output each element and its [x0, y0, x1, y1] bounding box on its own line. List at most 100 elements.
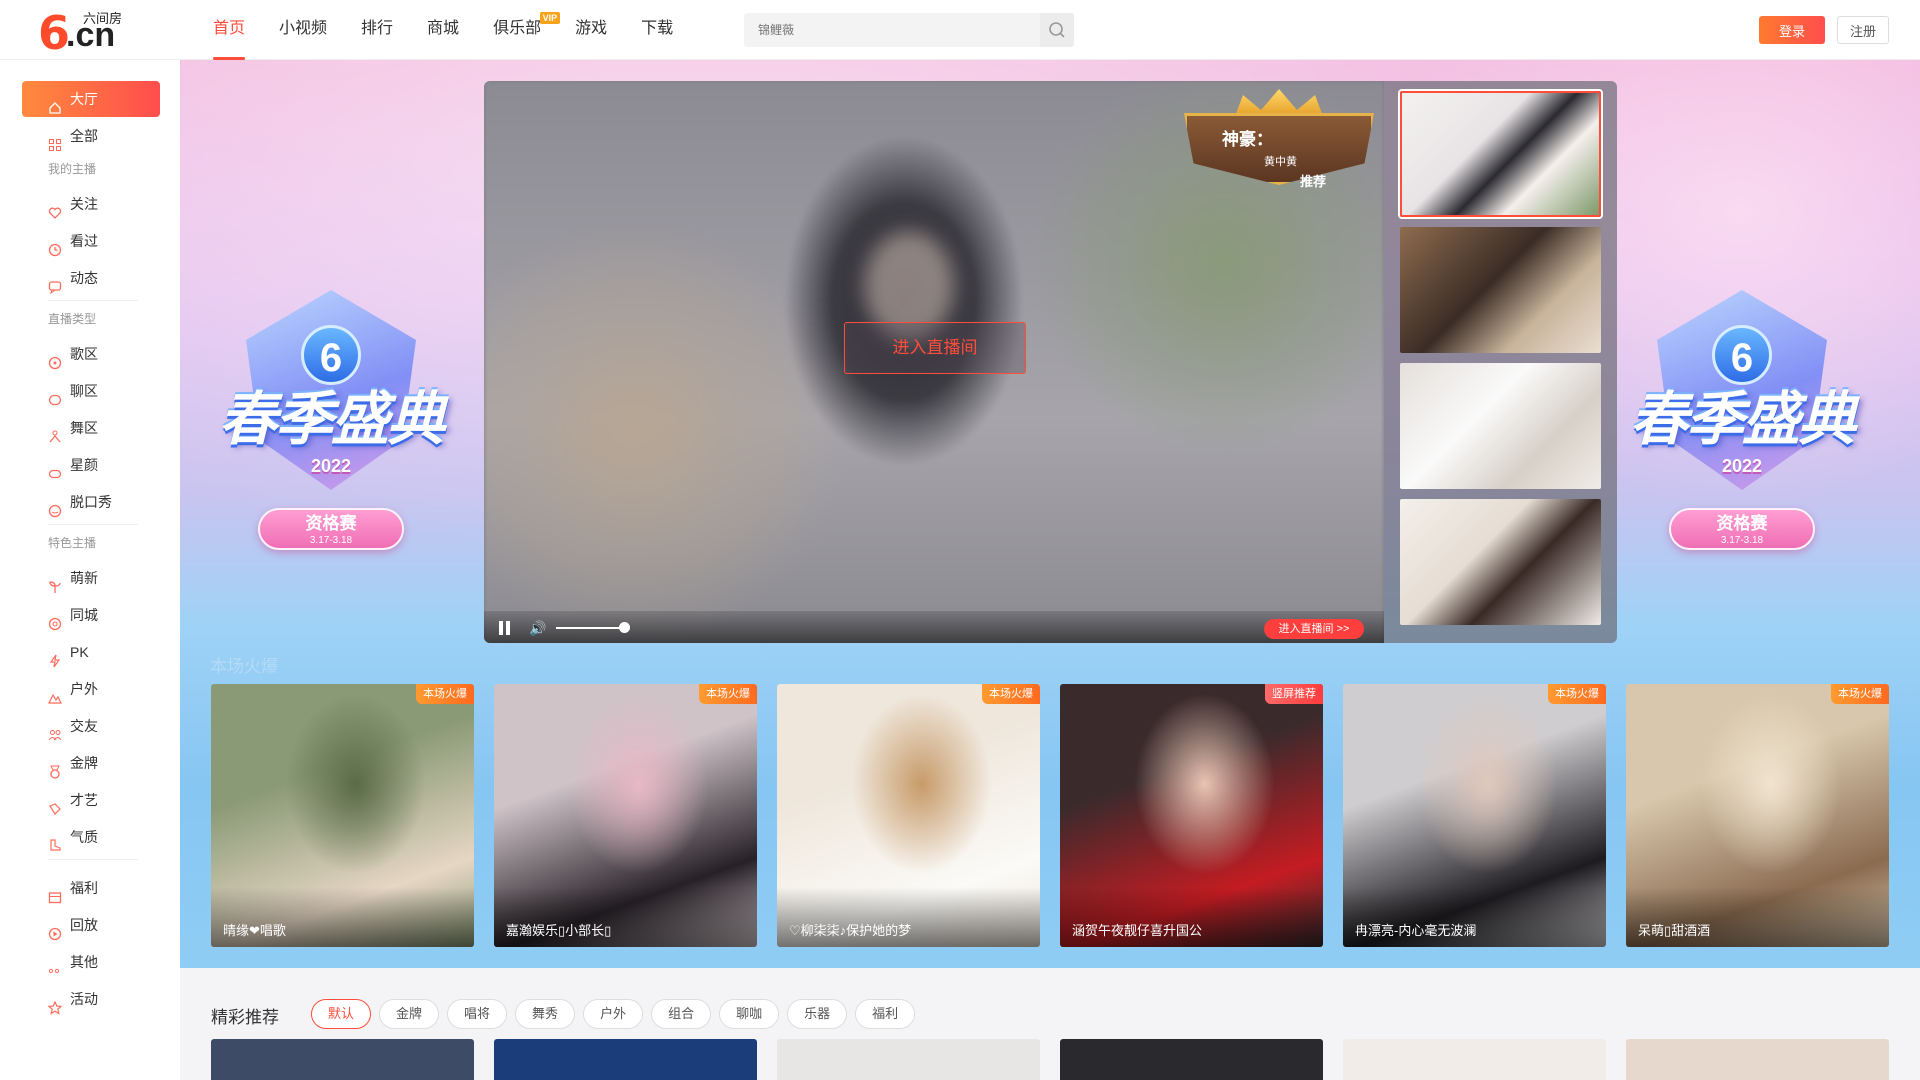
- thumbnail-item[interactable]: [1400, 363, 1601, 489]
- nav-item[interactable]: 商城: [410, 0, 476, 60]
- hot-card[interactable]: 竖屏推荐 涵贺午夜靓仔喜升国公: [1060, 684, 1323, 947]
- hot-card[interactable]: 本场火爆 呆萌▯甜酒酒: [1626, 684, 1889, 947]
- sidebar-item-label: 交友: [70, 718, 98, 734]
- sidebar-item[interactable]: 回放: [22, 907, 160, 943]
- sidebar-item[interactable]: 大厅: [22, 81, 160, 117]
- shenhao-badge: 神豪： 黄中黄 推荐: [1184, 89, 1374, 201]
- hot-card[interactable]: 本场火爆 ♡柳柒柒♪保护她的梦: [777, 684, 1040, 947]
- register-button[interactable]: 注册: [1837, 16, 1889, 44]
- sidebar-item[interactable]: 户外: [22, 671, 160, 707]
- recommend-card[interactable]: [494, 1039, 757, 1080]
- sidebar-item-label: 萌新: [70, 570, 98, 586]
- filter-chip[interactable]: 户外: [583, 999, 644, 1029]
- search-icon: [1049, 22, 1065, 38]
- recommend-card[interactable]: [1060, 1039, 1323, 1080]
- home-icon: [48, 92, 62, 114]
- sidebar-item-label: 聊区: [70, 383, 98, 399]
- boot-icon: [48, 830, 62, 851]
- filter-chip[interactable]: 组合: [651, 999, 712, 1029]
- sidebar-item-label: 动态: [70, 270, 98, 286]
- mask-icon: [48, 458, 62, 479]
- nav-item[interactable]: 排行: [344, 0, 410, 60]
- filter-chip[interactable]: 金牌: [379, 999, 440, 1029]
- sidebar-item[interactable]: 福利: [22, 870, 160, 906]
- event-stage: 资格赛: [1716, 514, 1768, 533]
- pause-icon[interactable]: [498, 621, 512, 635]
- sidebar-item[interactable]: 聊区: [22, 373, 160, 409]
- recommend-card[interactable]: [777, 1039, 1040, 1080]
- login-button[interactable]: 登录: [1759, 16, 1825, 44]
- search-box: [744, 13, 1074, 47]
- sidebar-item[interactable]: 歌区: [22, 336, 160, 372]
- recommend-card[interactable]: [1626, 1039, 1889, 1080]
- sidebar-item[interactable]: 气质: [22, 819, 160, 855]
- volume-knob[interactable]: [619, 622, 631, 633]
- sidebar-item[interactable]: 萌新: [22, 560, 160, 596]
- sidebar-item[interactable]: 活动: [22, 981, 160, 1017]
- live-player[interactable]: 进入直播间 神豪： 黄中黄 推荐 🔊 进入直播间 >>: [484, 81, 1384, 643]
- sidebar-item-label: 大厅: [70, 91, 98, 107]
- card-name: 晴缘❤唱歌: [223, 923, 286, 938]
- thumbnail-item[interactable]: [1400, 91, 1601, 217]
- filter-chip[interactable]: 福利: [855, 999, 916, 1029]
- nav-item-label: 排行: [361, 20, 394, 37]
- search-button[interactable]: [1040, 13, 1074, 47]
- sidebar-item[interactable]: PK: [22, 634, 160, 670]
- site-logo[interactable]: 6 六间房 .cn: [38, 6, 130, 60]
- grid-icon: [48, 129, 62, 151]
- card-tag-badge: 本场火爆: [982, 684, 1040, 704]
- recommend-title: 精彩推荐: [211, 1008, 279, 1027]
- filter-chip[interactable]: 舞秀: [515, 999, 576, 1029]
- sidebar-item[interactable]: 看过: [22, 223, 160, 259]
- nav-item-label: 商城: [427, 20, 460, 37]
- volume-icon[interactable]: 🔊: [529, 620, 547, 636]
- nav-item[interactable]: 首页: [196, 0, 262, 60]
- sidebar-item-label: 歌区: [70, 346, 98, 362]
- nav-item-label: 游戏: [575, 20, 608, 37]
- sidebar-item[interactable]: 金牌: [22, 745, 160, 781]
- sidebar-item[interactable]: 才艺: [22, 782, 160, 818]
- sidebar-item[interactable]: 脱口秀: [22, 484, 160, 520]
- logo-domain: .cn: [66, 16, 116, 54]
- hot-card[interactable]: 本场火爆 冉漂亮-内心毫无波澜: [1343, 684, 1606, 947]
- badge-plate: [1184, 113, 1374, 185]
- sidebar-item[interactable]: 其他: [22, 944, 160, 980]
- filter-chip[interactable]: 乐器: [787, 999, 848, 1029]
- nav-item[interactable]: 游戏: [558, 0, 624, 60]
- nav-item[interactable]: 俱乐部 VIP: [476, 0, 561, 60]
- thumbnail-item[interactable]: [1400, 227, 1601, 353]
- event-emblem-right[interactable]: 6 春季盛典 2022 资格赛 3.17-3.18: [1617, 290, 1867, 590]
- sidebar-item-label: 回放: [70, 917, 98, 933]
- event-emblem-left[interactable]: 6 春季盛典 2022 资格赛 3.17-3.18: [206, 290, 456, 590]
- recommend-filters: 默认 金牌 唱将 舞秀 户外 组合 聊咖 乐器 福利: [311, 999, 916, 1029]
- enter-live-small-button[interactable]: 进入直播间 >>: [1264, 619, 1364, 639]
- volume-slider[interactable]: [556, 627, 625, 629]
- enter-live-button[interactable]: 进入直播间: [844, 322, 1026, 374]
- thumbnail-item[interactable]: [1400, 499, 1601, 625]
- sidebar-item-label: 金牌: [70, 755, 98, 771]
- sidebar-item-label: 全部: [70, 128, 98, 144]
- hot-card[interactable]: 本场火爆 晴缘❤唱歌: [211, 684, 474, 947]
- filter-chip[interactable]: 唱将: [447, 999, 508, 1029]
- filter-chip[interactable]: 默认: [311, 999, 372, 1029]
- nav-item[interactable]: 下载: [624, 0, 690, 60]
- gift-icon: [48, 881, 62, 904]
- recommend-card[interactable]: [211, 1039, 474, 1080]
- sidebar-group-title: 特色主播: [48, 536, 97, 550]
- sidebar-item[interactable]: 全部: [22, 118, 160, 154]
- heart-icon: [48, 197, 62, 219]
- sidebar-item[interactable]: 同城: [22, 597, 160, 633]
- sidebar-item[interactable]: 舞区: [22, 410, 160, 446]
- event-stage-pill: 资格赛 3.17-3.18: [1669, 508, 1815, 550]
- nav-item-label: 下载: [641, 20, 674, 37]
- search-input[interactable]: [744, 13, 1040, 47]
- event-stage: 资格赛: [305, 514, 357, 533]
- recommend-card[interactable]: [1343, 1039, 1606, 1080]
- sidebar-item[interactable]: 交友: [22, 708, 160, 744]
- hot-card[interactable]: 本场火爆 嘉瀚娱乐▯小部长▯: [494, 684, 757, 947]
- sidebar-item[interactable]: 动态: [22, 260, 160, 296]
- nav-item[interactable]: 小视频: [262, 0, 344, 60]
- filter-chip[interactable]: 聊咖: [719, 999, 780, 1029]
- sidebar-item[interactable]: 星颜: [22, 447, 160, 483]
- sidebar-item[interactable]: 关注: [22, 186, 160, 222]
